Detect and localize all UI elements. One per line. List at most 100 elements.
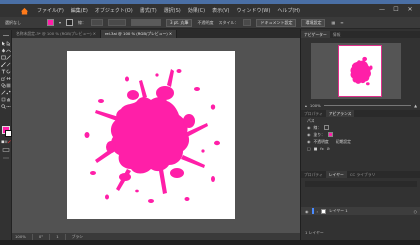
visibility-eye-icon[interactable]: ◉ [307, 131, 311, 138]
fx-icon[interactable]: fx [320, 145, 324, 152]
rotation-value[interactable]: 0° [39, 234, 43, 239]
layer-count: 1 レイヤー [305, 230, 324, 235]
edit-toolbar-icon[interactable] [2, 156, 10, 160]
layers-search-field[interactable] [305, 181, 417, 187]
stroke-weight-field[interactable] [91, 18, 104, 26]
layer-thumbnail [321, 208, 327, 214]
tab-appearance[interactable]: アピアランス [325, 110, 355, 117]
menu-window[interactable]: ウィンドウ(W) [236, 7, 270, 14]
pencil-tool-icon[interactable] [6, 62, 11, 67]
appearance-stroke-swatch[interactable] [324, 125, 330, 130]
menu-select[interactable]: 選択(S) [164, 7, 181, 14]
layer-row[interactable]: ◉ › レイヤー 1 ○ [301, 207, 420, 215]
menu-view[interactable]: 表示(V) [212, 7, 229, 14]
canvas-area[interactable] [12, 38, 300, 233]
divider [64, 233, 66, 240]
layer-target-icon[interactable]: ○ [414, 209, 417, 214]
appearance-row-path[interactable]: パス [301, 117, 420, 124]
direct-selection-tool-icon[interactable] [6, 41, 11, 46]
preferences-button[interactable]: 環境設定 [301, 18, 326, 27]
appearance-row-fill[interactable]: ◉ 塗り： [301, 131, 420, 138]
tab-navigator[interactable]: ナビゲーター [301, 31, 330, 38]
zoom-in-icon[interactable]: ▲ [414, 103, 417, 108]
variable-width-dropdown[interactable] [108, 18, 127, 26]
brush-definition-dropdown[interactable] [131, 18, 162, 26]
panel-collapse-icon[interactable] [2, 34, 10, 37]
home-icon[interactable] [20, 7, 29, 15]
navigator-zoom-value[interactable]: 100% [310, 103, 321, 108]
tab-label: rel.3ai @ 100 % (RGB/プレビュー) [104, 31, 168, 36]
curvature-tool-icon[interactable] [6, 48, 11, 53]
tab-label: 名称未設定-3* @ 100 % (RGB/プレビュー) [16, 31, 92, 36]
more-tools-icon[interactable] [6, 104, 11, 109]
menu-edit[interactable]: 編集(E) [71, 7, 88, 14]
clear-appearance-icon[interactable]: ⊘ [327, 145, 330, 152]
artboard-page[interactable]: 1 [56, 234, 58, 239]
menu-effect[interactable]: 効果(C) [188, 7, 205, 14]
style-swatch[interactable] [243, 18, 252, 26]
tab-cc-libraries[interactable]: CC ライブラリ [347, 171, 379, 178]
add-fill-icon[interactable]: ■ [314, 145, 318, 152]
arrange-icon[interactable]: ▦ [331, 20, 335, 25]
paint-splash[interactable] [67, 51, 235, 219]
menu-object[interactable]: オブジェクト(O) [95, 7, 133, 14]
tab-document-1[interactable]: 名称未設定-3* @ 100 % (RGB/プレビュー) ✕ [12, 30, 101, 38]
artboard[interactable] [67, 51, 235, 219]
layer-visibility-eye-icon[interactable]: ◉ [305, 209, 309, 214]
navigator-artboard-thumbnail [338, 45, 382, 97]
tab-properties[interactable]: プロパティ [301, 110, 326, 117]
zoom-out-icon[interactable]: ▴ [305, 103, 307, 108]
minimize-button[interactable]: — [378, 6, 386, 14]
control-bar: 選択なし ▾ 線： 3 pt. 丸筆 不透明度 スタイル： ドキュメント設定 環… [0, 17, 420, 29]
layer-color-bar [311, 208, 314, 214]
divider [49, 233, 51, 240]
maximize-button[interactable]: ☐ [392, 6, 400, 14]
hand-tool-icon[interactable] [6, 97, 11, 102]
menu-help[interactable]: ヘルプ(H) [277, 7, 300, 14]
menu-file[interactable]: ファイル(F) [37, 7, 64, 14]
navigator-splash-thumbnail [350, 56, 373, 86]
gradient-tool-icon[interactable] [6, 83, 11, 88]
fill-swatch[interactable] [47, 18, 54, 26]
line-tool-icon[interactable] [6, 55, 11, 60]
close-button[interactable]: ✕ [406, 6, 414, 14]
divider [31, 233, 33, 240]
rotate-tool-icon[interactable] [6, 69, 11, 74]
stroke-swatch[interactable] [66, 18, 74, 26]
appearance-default-label: 初期設定 [335, 139, 351, 144]
fill-dropdown-icon[interactable]: ▾ [59, 20, 61, 25]
screen-mode-icon[interactable] [2, 148, 10, 152]
status-bar: 100% 0° 1 ブラシ [12, 233, 300, 240]
stroke-color-swatch[interactable] [5, 130, 12, 137]
color-mode-icons[interactable] [1, 140, 11, 144]
navigator-preview[interactable] [311, 43, 401, 99]
taskbar [0, 240, 420, 245]
opacity-label[interactable]: 不透明度 [197, 20, 213, 26]
brush-dropdown[interactable]: 3 pt. 丸筆 [166, 18, 193, 27]
layer-name[interactable]: レイヤー 1 [329, 208, 348, 214]
more-options-icon[interactable]: ≡ [340, 20, 343, 25]
width-tool-icon[interactable] [6, 76, 11, 81]
add-stroke-icon[interactable]: □ [307, 145, 311, 152]
tab-properties-2[interactable]: プロパティ [301, 171, 326, 178]
appearance-fill-label: 塗り： [313, 132, 325, 137]
zoom-slider[interactable] [323, 104, 412, 106]
appearance-row-opacity[interactable]: ◉ 不透明度 初期設定 [301, 138, 420, 145]
visibility-eye-icon[interactable]: ◉ [307, 124, 311, 131]
tab-layers[interactable]: レイヤー [325, 171, 347, 178]
blend-tool-icon[interactable] [6, 90, 11, 95]
right-panels: ナビゲーター 情報 ▴ 100% ▲ プロパティ アピアランス パス ◉線： [300, 29, 420, 240]
layer-expand-icon[interactable]: › [317, 209, 319, 214]
appearance-stroke-label: 線： [313, 125, 322, 130]
navigator-zoom-controls: ▴ 100% ▲ [305, 102, 417, 108]
document-settings-button[interactable]: ドキュメント設定 [256, 18, 297, 27]
menu-type[interactable]: 書式(T) [140, 7, 157, 14]
appearance-panel: プロパティ アピアランス パス ◉ 線： ◉ 塗り： ◉ 不透明度 初期設定 □ ■ fx ⊘ [301, 110, 420, 170]
visibility-eye-icon[interactable]: ◉ [307, 138, 311, 145]
appearance-row-stroke[interactable]: ◉ 線： [301, 124, 420, 131]
zoom-level[interactable]: 100% [15, 234, 26, 239]
appearance-fill-swatch[interactable] [327, 132, 333, 137]
stroke-label: 線： [78, 19, 87, 25]
tab-document-2[interactable]: rel.3ai @ 100 % (RGB/プレビュー) ✕ [100, 30, 178, 38]
tab-info[interactable]: 情報 [330, 31, 344, 38]
